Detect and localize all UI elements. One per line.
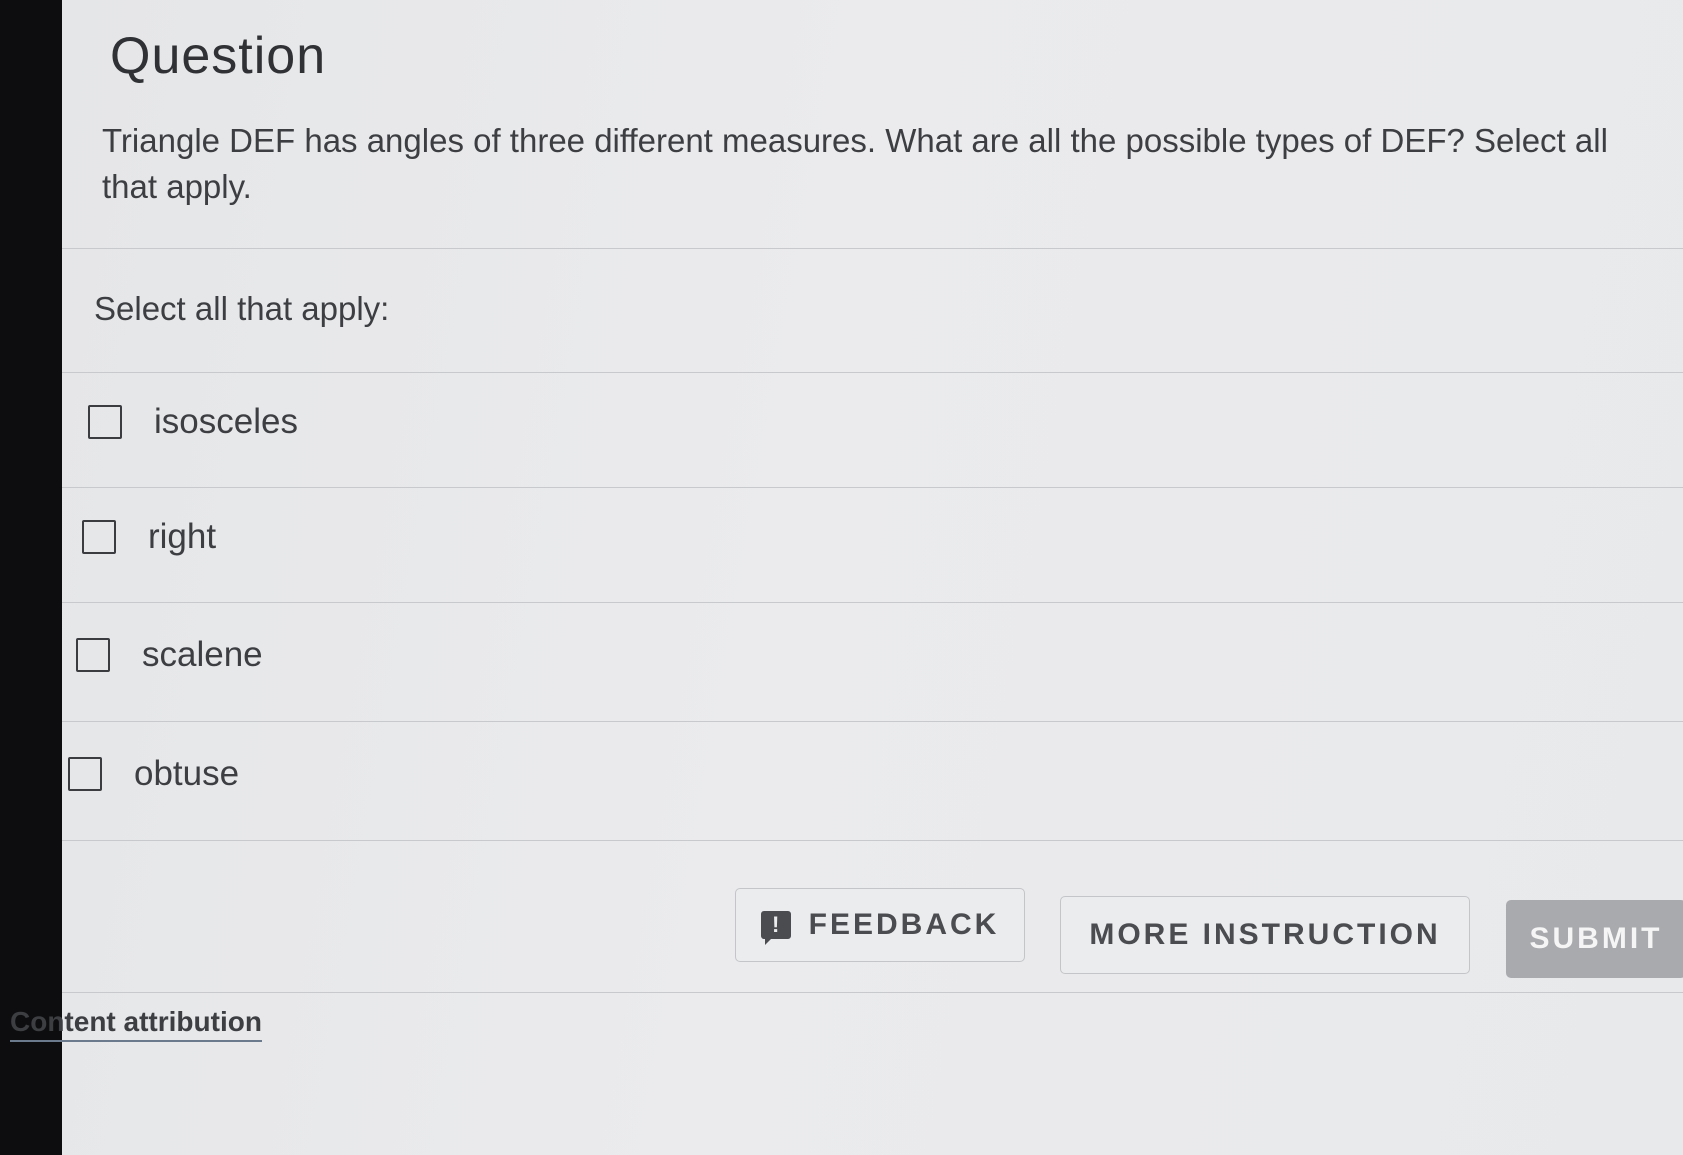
question-prompt: Triangle DEF has angles of three differe… (102, 122, 1608, 205)
divider (62, 487, 1683, 488)
page-title: Question (110, 27, 327, 85)
divider (62, 992, 1683, 993)
checkbox-right[interactable] (82, 520, 116, 554)
submit-label: SUBMIT (1529, 922, 1663, 955)
question-panel: Question Triangle DEF has angles of thre… (62, 0, 1683, 1155)
device-bezel (0, 0, 62, 1155)
option-obtuse[interactable]: obtuse (68, 744, 239, 804)
checkbox-scalene[interactable] (76, 638, 110, 672)
feedback-label: FEEDBACK (808, 908, 1000, 941)
checkbox-isosceles[interactable] (88, 405, 122, 439)
divider (62, 602, 1683, 603)
select-instruction: Select all that apply: (94, 290, 390, 327)
content-attribution-link[interactable]: Content attribution (10, 1006, 262, 1042)
option-scalene[interactable]: scalene (76, 625, 263, 685)
feedback-icon: ! (760, 911, 791, 945)
divider (62, 248, 1683, 249)
divider (62, 721, 1683, 722)
option-label: scalene (142, 635, 263, 674)
option-label: right (148, 517, 217, 556)
more-instruction-label: MORE INSTRUCTION (1089, 918, 1441, 951)
option-isosceles[interactable]: isosceles (88, 392, 298, 452)
divider (62, 372, 1683, 373)
more-instruction-button[interactable]: MORE INSTRUCTION (1060, 896, 1470, 974)
submit-button[interactable]: SUBMIT (1506, 900, 1683, 978)
checkbox-obtuse[interactable] (68, 757, 102, 791)
divider (62, 840, 1683, 841)
option-label: obtuse (134, 754, 240, 793)
option-right[interactable]: right (82, 507, 216, 567)
option-label: isosceles (154, 402, 298, 441)
feedback-button[interactable]: ! FEEDBACK (735, 888, 1025, 962)
